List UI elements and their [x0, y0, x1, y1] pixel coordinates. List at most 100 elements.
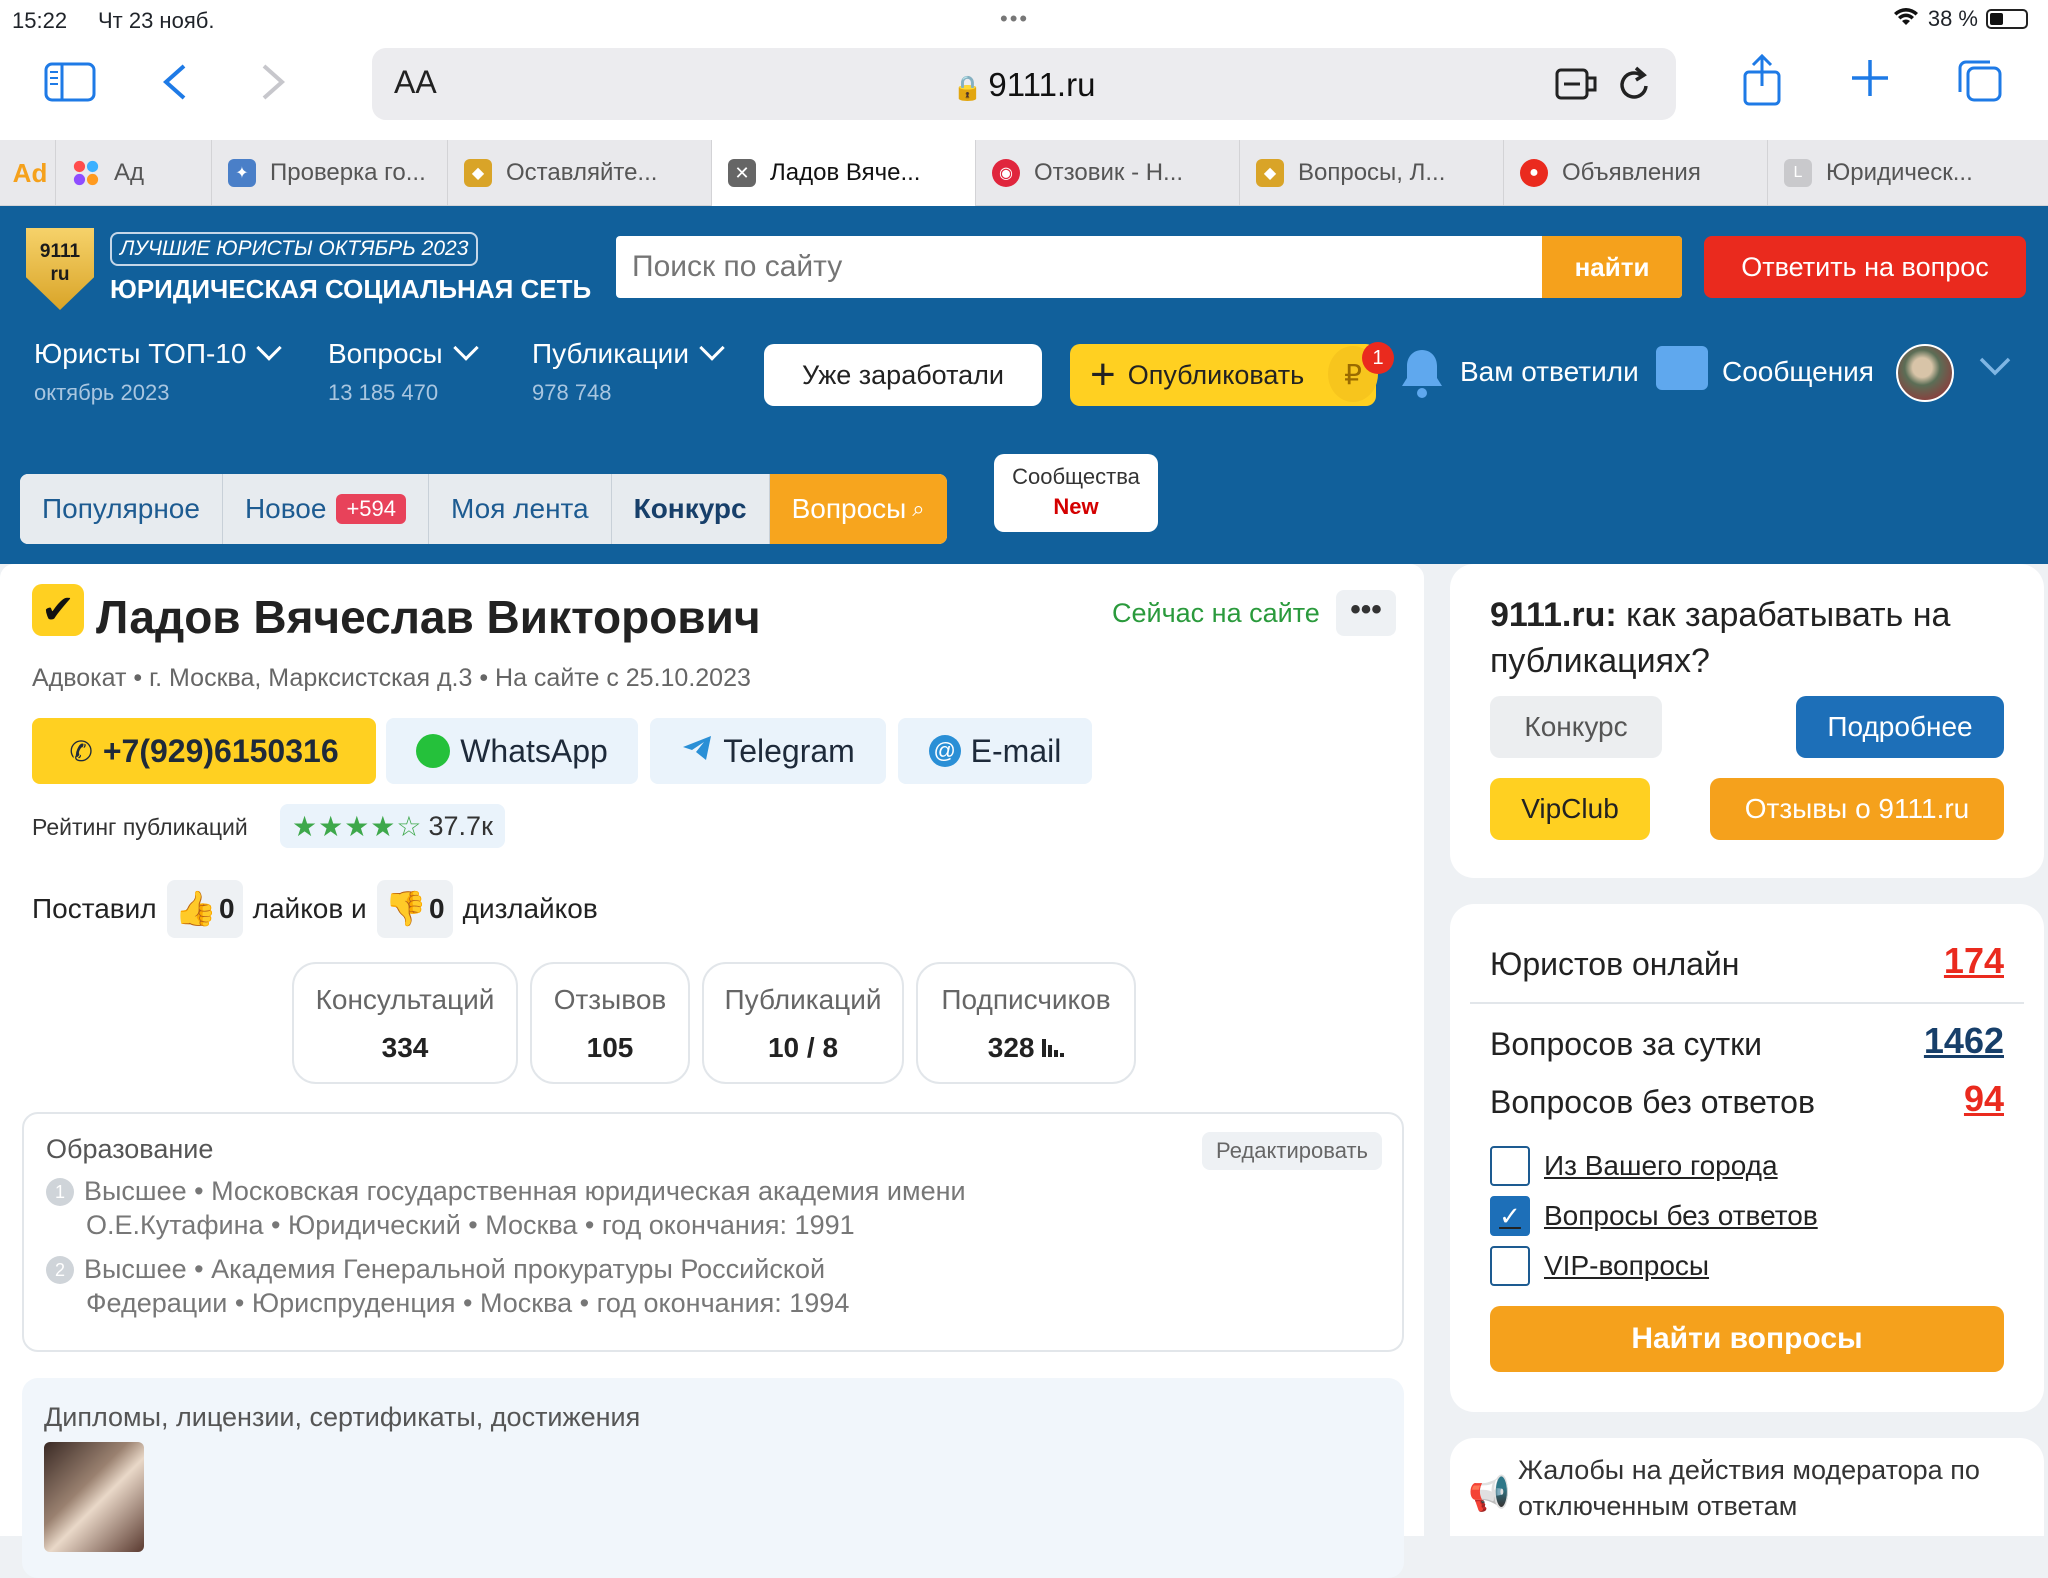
tab-contest[interactable]: Конкурс: [611, 474, 770, 544]
online-status: Сейчас на сайте: [1112, 598, 1320, 628]
telegram-button[interactable]: Telegram: [650, 718, 886, 784]
stat-subscribers[interactable]: Подписчиков 328: [916, 962, 1136, 1084]
answer-question-button[interactable]: Ответить на вопрос: [1704, 236, 2026, 298]
contest-button[interactable]: Конкурс: [1490, 696, 1662, 758]
search-button[interactable]: найти: [1542, 236, 1682, 298]
vipclub-button[interactable]: VipClub: [1490, 778, 1650, 840]
phone-button[interactable]: ✆ +7(929)6150316: [32, 718, 376, 784]
publication-rating[interactable]: ★★★★☆ 37.7к: [280, 804, 505, 848]
reviews-button[interactable]: Отзывы о 9111.ru: [1710, 778, 2004, 840]
nav-lawyers-top[interactable]: Юристы ТОП-10 октябрь 2023: [34, 335, 283, 406]
checkbox[interactable]: [1490, 1146, 1530, 1186]
site-logo[interactable]: 9111 ru: [26, 228, 94, 310]
address-bar[interactable]: AA 🔒 9111.ru: [372, 48, 1676, 120]
forward-icon[interactable]: [258, 62, 288, 110]
messages-icon[interactable]: [1656, 346, 1708, 390]
stat-publications[interactable]: Публикаций 10 / 8: [702, 962, 904, 1084]
thumbs-down-icon: 👎: [384, 890, 427, 928]
nav-questions[interactable]: Вопросы 13 185 470: [328, 335, 479, 406]
rating-value: 37.7к: [428, 810, 493, 841]
otzovik-icon: ◉: [992, 159, 1020, 187]
multitask-dots[interactable]: •••: [1000, 6, 1029, 32]
tab-new[interactable]: Новое +594: [222, 474, 429, 544]
telegram-icon: [681, 733, 713, 770]
unanswered-row: Вопросов без ответов 94: [1490, 1078, 2004, 1120]
translate-icon[interactable]: [1554, 64, 1598, 109]
close-tab-icon[interactable]: ✕: [728, 159, 756, 187]
communities-button[interactable]: Сообщества New: [994, 454, 1158, 532]
site-search: найти: [616, 236, 1682, 298]
new-tab-icon[interactable]: [1850, 58, 1890, 106]
back-icon[interactable]: [160, 62, 190, 110]
diplomas-section: Дипломы, лицензии, сертификаты, достижен…: [22, 1378, 1404, 1578]
questions-day-row: Вопросов за сутки 1462: [1490, 1020, 2004, 1062]
stat-consultations[interactable]: Консультаций 334: [292, 962, 518, 1084]
nav-publications[interactable]: Публикации 978 748: [532, 335, 725, 406]
complaints-text: Жалобы на действия модератора по отключе…: [1518, 1455, 1980, 1521]
shield-icon: ◆: [464, 159, 492, 187]
more-options-button[interactable]: •••: [1336, 590, 1396, 636]
unanswered-count[interactable]: 94: [1964, 1078, 2004, 1120]
tab-1[interactable]: Ад: [56, 140, 212, 206]
avito-icon: ●: [1520, 159, 1548, 187]
whatsapp-button[interactable]: WhatsApp: [386, 718, 638, 784]
profile-card: ✔ Ладов Вячеслав Викторович Сейчас на са…: [0, 564, 1424, 1578]
tab-4-active[interactable]: ✕ Ладов Вяче...: [712, 140, 976, 206]
tabs-overview-icon[interactable]: [1956, 58, 2004, 112]
edit-button[interactable]: Редактировать: [1202, 1132, 1382, 1170]
filter-vip[interactable]: VIP-вопросы: [1490, 1246, 1709, 1286]
chevron-down-icon[interactable]: [1978, 356, 2012, 383]
education-title: Образование: [46, 1134, 214, 1164]
megaphone-icon: 📢: [1468, 1475, 1511, 1513]
already-earned-button[interactable]: Уже заработали: [764, 344, 1042, 406]
email-button[interactable]: @ E-mail: [898, 718, 1092, 784]
tab-my-feed[interactable]: Моя лента: [429, 474, 612, 544]
lawyers-online-count[interactable]: 174: [1944, 940, 2004, 982]
site-tagline: ЮРИДИЧЕСКАЯ СОЦИАЛЬНАЯ СЕТЬ: [110, 274, 592, 304]
at-icon: @: [928, 735, 961, 767]
tab-8[interactable]: L Юридическ...: [1768, 140, 2048, 206]
feed-tabs: Популярное Новое +594 Моя лента Конкурс В…: [20, 474, 947, 544]
questions-day-count[interactable]: 1462: [1924, 1020, 2004, 1062]
stat-reviews[interactable]: Отзывов 105: [530, 962, 690, 1084]
find-questions-button[interactable]: Найти вопросы: [1490, 1306, 2004, 1372]
share-icon[interactable]: [1742, 53, 1782, 114]
user-avatar[interactable]: [1896, 344, 1954, 402]
url-host: 9111.ru: [988, 66, 1096, 103]
tab-7[interactable]: ● Объявления: [1504, 140, 1768, 206]
messages-link[interactable]: Сообщения: [1722, 356, 1874, 388]
answered-link[interactable]: Вам ответили: [1460, 356, 1639, 388]
diplomas-title: Дипломы, лицензии, сертификаты, достижен…: [44, 1402, 641, 1432]
questions-stats-card: Юристов онлайн 174 Вопросов за сутки 146…: [1450, 904, 2044, 1412]
notification-count-badge: 1: [1362, 342, 1394, 374]
filter-my-city[interactable]: Из Вашего города: [1490, 1146, 1778, 1186]
tab-popular[interactable]: Популярное: [20, 474, 223, 544]
bar-chart-icon: [1042, 1032, 1065, 1063]
sidebar-icon[interactable]: [44, 62, 96, 110]
filter-unanswered[interactable]: ✓ Вопросы без ответов: [1490, 1196, 1818, 1236]
likes-summary: Поставил 👍 0 лайков и 👎 0 дизлайков: [32, 880, 598, 938]
reload-icon[interactable]: [1616, 64, 1654, 109]
best-lawyers-badge[interactable]: ЛУЧШИЕ ЮРИСТЫ ОКТЯБРЬ 2023: [110, 232, 479, 266]
tab-5[interactable]: ◉ Отзовик - Н...: [976, 140, 1240, 206]
complaints-card[interactable]: 📢 Жалобы на действия модератора по отклю…: [1450, 1438, 2044, 1536]
tab-2[interactable]: ✦ Проверка го...: [212, 140, 448, 206]
browser-toolbar: AA 🔒 9111.ru: [0, 40, 2048, 140]
tab-3[interactable]: ◆ Оставляйте...: [448, 140, 712, 206]
new-count-badge: +594: [336, 494, 406, 524]
status-date: Чт 23 нояб.: [98, 8, 215, 33]
tab-questions[interactable]: Вопросы ⌕: [769, 474, 947, 544]
search-input[interactable]: [616, 236, 1536, 298]
checkbox-checked[interactable]: ✓: [1490, 1196, 1530, 1236]
details-button[interactable]: Подробнее: [1796, 696, 2004, 758]
battery-icon: [1986, 9, 2028, 29]
plus-icon: +: [1090, 350, 1116, 399]
bell-icon[interactable]: [1398, 346, 1446, 400]
likes-count: 👍 0: [166, 880, 243, 938]
checkbox[interactable]: [1490, 1246, 1530, 1286]
eagle-icon: ✦: [228, 159, 256, 187]
verified-check-icon: ✔: [32, 584, 84, 636]
tab-6[interactable]: ◆ Вопросы, Л...: [1240, 140, 1504, 206]
lawyers-online-row: Юристов онлайн 174: [1490, 940, 2004, 982]
tab-0[interactable]: Ad: [0, 140, 56, 206]
